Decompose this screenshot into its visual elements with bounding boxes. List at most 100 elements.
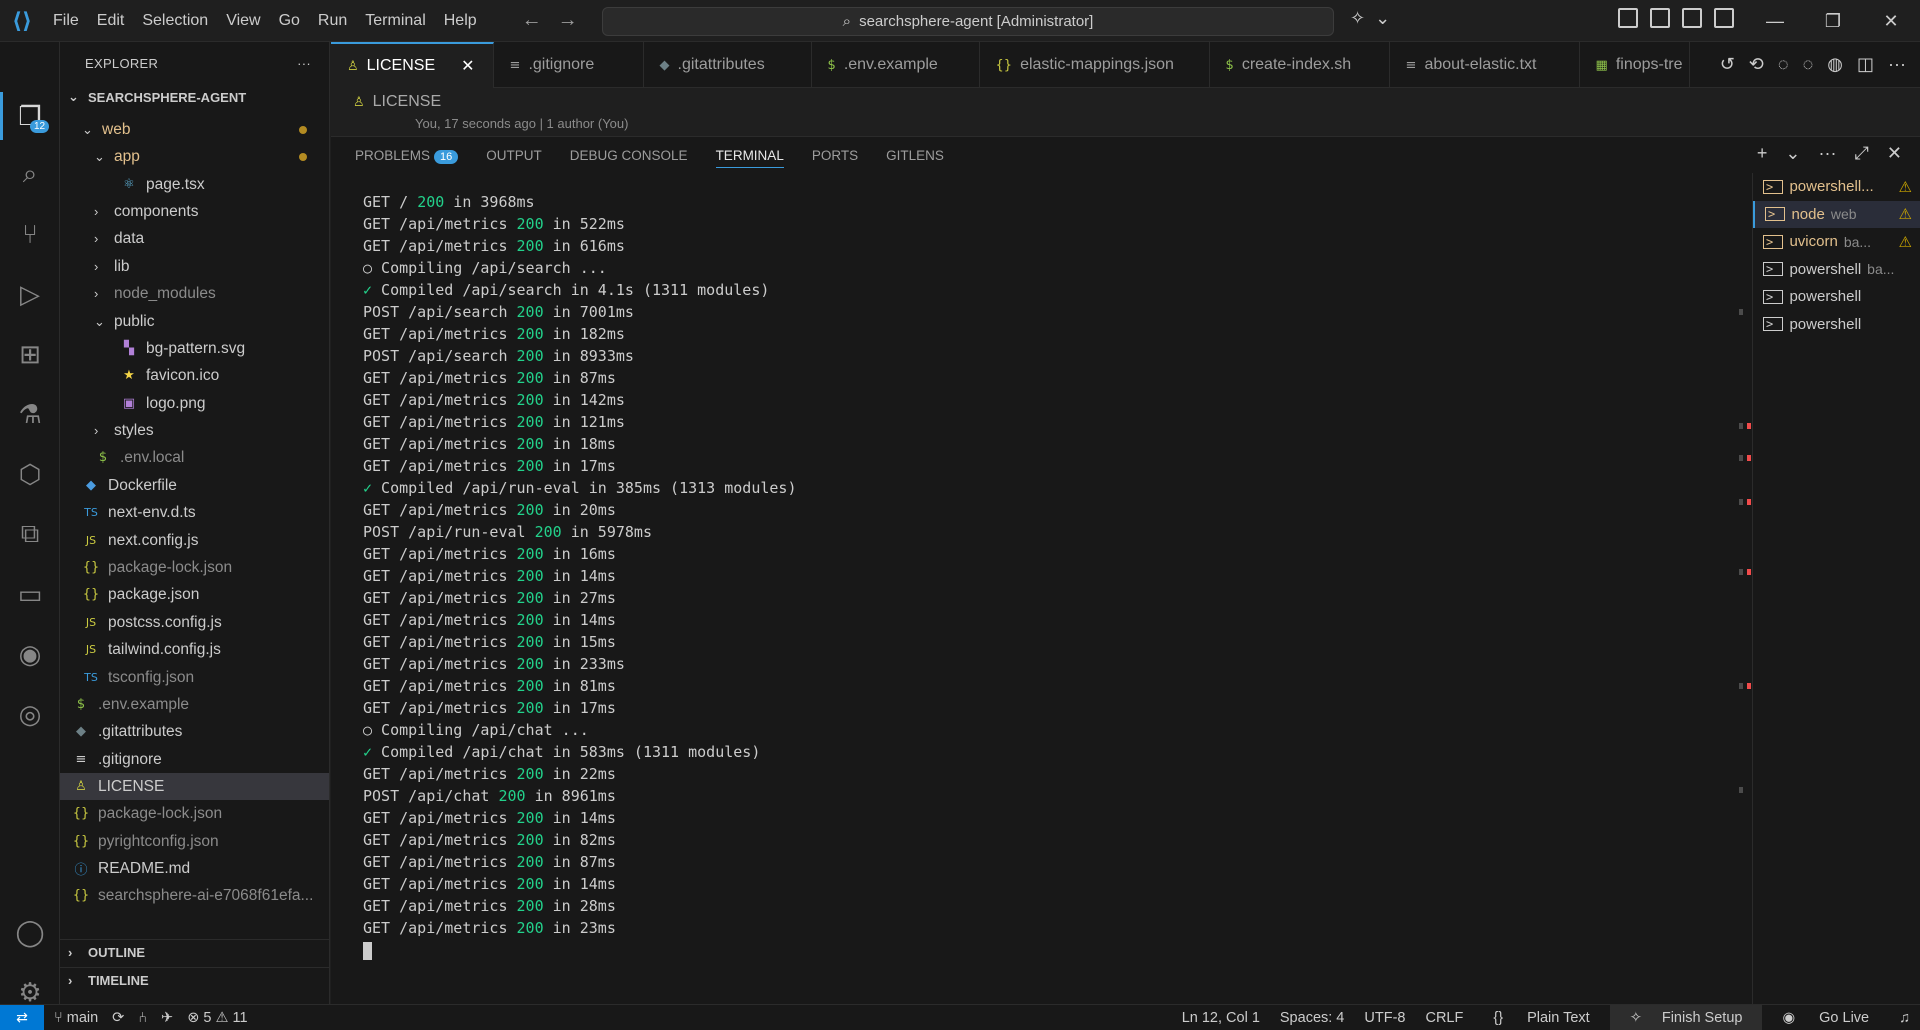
finish-setup-button[interactable]: ✧ Finish Setup [1609, 1004, 1763, 1030]
forward-arrow-icon[interactable]: → [558, 9, 578, 32]
tab-finops[interactable]: ▦ finops-tre [1580, 42, 1690, 88]
tree-item-next-config[interactable]: JS next.config.js [60, 527, 329, 554]
tree-item-app[interactable]: ⌄ app [60, 143, 329, 170]
tab-gitattributes[interactable]: ◆ .gitattributes [644, 42, 812, 88]
more-actions-icon[interactable]: ··· [1888, 54, 1906, 75]
tree-item-node-modules[interactable]: › node_modules [60, 280, 329, 307]
close-panel-icon[interactable]: ✕ [1887, 143, 1902, 164]
restore-icon[interactable]: ❐ [1804, 0, 1862, 42]
new-terminal-icon[interactable]: + [1757, 143, 1768, 164]
tree-item-bg-pattern[interactable]: ▚ bg-pattern.svg [60, 335, 329, 362]
tab-about-elastic[interactable]: ≡ about-elastic.txt [1390, 42, 1580, 88]
terminal-scrollbar[interactable] [1736, 173, 1751, 1005]
tab-problems[interactable]: PROBLEMS 16 [355, 148, 459, 164]
timeline-history-icon[interactable]: ↺ [1720, 54, 1735, 75]
customize-layout-icon[interactable] [1618, 8, 1638, 28]
containers-icon[interactable]: ⬡ [10, 454, 50, 494]
tree-item-data[interactable]: › data [60, 225, 329, 252]
close-window-icon[interactable]: ✕ [1862, 0, 1920, 42]
menu-run[interactable]: Run [309, 12, 356, 30]
tree-item-next-env[interactable]: TS next-env.d.ts [60, 499, 329, 526]
tab-gitlens[interactable]: GITLENS [886, 148, 944, 163]
compare-icon[interactable]: ⟲ [1749, 54, 1764, 75]
tree-item-tailwind-config[interactable]: JS tailwind.config.js [60, 636, 329, 663]
tree-item-readme[interactable]: ⓘ README.md [60, 855, 329, 882]
menu-view[interactable]: View [217, 12, 269, 30]
tree-item-lib[interactable]: › lib [60, 253, 329, 280]
minimize-icon[interactable]: — [1746, 0, 1804, 42]
outline-section[interactable]: › OUTLINE [60, 939, 329, 965]
close-tab-icon[interactable]: ✕ [461, 56, 474, 76]
toggle-primary-sidebar-icon[interactable] [1650, 8, 1670, 28]
search-view-icon[interactable]: ⌕ [10, 154, 50, 194]
maximize-panel-icon[interactable]: ⤢ [1855, 143, 1869, 164]
source-control-icon[interactable]: ⑂ [10, 214, 50, 254]
menu-selection[interactable]: Selection [133, 12, 217, 30]
tree-item-searchsphere-json[interactable]: {} searchsphere-ai-e7068f61efa... [60, 882, 329, 909]
more-actions-icon[interactable]: ··· [1819, 143, 1837, 164]
notifications-bell-icon[interactable]: ♫ [1889, 1010, 1920, 1026]
history-icon[interactable]: ◎ [10, 694, 50, 734]
menu-go[interactable]: Go [270, 12, 309, 30]
tree-item-gitignore[interactable]: ≡ .gitignore [60, 746, 329, 773]
problems-indicator[interactable]: ⊗ 5 ⚠ 11 [187, 1010, 247, 1026]
cursor-position[interactable]: Ln 12, Col 1 [1172, 1010, 1270, 1026]
tree-item-env-local[interactable]: $ .env.local [60, 444, 329, 471]
tab-ports[interactable]: PORTS [812, 148, 858, 163]
menu-edit[interactable]: Edit [88, 12, 134, 30]
tab-gitignore[interactable]: ≡ .gitignore [494, 42, 644, 88]
terminal-prompt[interactable] [363, 939, 796, 961]
tab-output[interactable]: OUTPUT [486, 148, 542, 163]
tree-item-package-lock[interactable]: {} package-lock.json [60, 554, 329, 581]
tree-item-gitattributes[interactable]: ◆ .gitattributes [60, 718, 329, 745]
more-actions-icon[interactable]: ··· [297, 56, 311, 71]
tree-item-pyrightconfig[interactable]: {} pyrightconfig.json [60, 828, 329, 855]
account-icon[interactable]: ◯ [10, 912, 50, 952]
tree-item-tsconfig[interactable]: TS tsconfig.json [60, 664, 329, 691]
terminal-item-node[interactable]: >_ node web ⚠ [1753, 200, 1920, 228]
remote-indicator-icon[interactable]: ⇄ [0, 1004, 44, 1030]
split-editor-icon[interactable]: ◫ [1857, 54, 1874, 75]
menu-terminal[interactable]: Terminal [356, 12, 434, 30]
chevron-down-icon[interactable]: ⌄ [1375, 8, 1390, 29]
tree-item-page-tsx[interactable]: ⚛ page.tsx [60, 171, 329, 198]
sync-icon[interactable]: ⟳ [112, 1010, 124, 1026]
breadcrumb-file[interactable]: LICENSE [373, 93, 441, 111]
remote-explorer-icon[interactable]: ⧉ [10, 514, 50, 554]
terminal-output[interactable]: GET / 200 in 3968ms GET /api/metrics 200 … [363, 191, 796, 961]
timeline-section[interactable]: › TIMELINE [60, 967, 329, 993]
encoding[interactable]: UTF-8 [1354, 1010, 1415, 1026]
tab-create-index[interactable]: $ create-index.sh [1210, 42, 1390, 88]
tree-item-dockerfile[interactable]: ◆ Dockerfile [60, 472, 329, 499]
end-of-line[interactable]: CRLF [1415, 1010, 1473, 1026]
tree-item-package-json[interactable]: {} package.json [60, 581, 329, 608]
git-graph-icon[interactable]: ⑃ [138, 1010, 147, 1026]
gitlens-icon[interactable]: ◉ [10, 634, 50, 674]
terminal-item-powershell-2[interactable]: >_ powershell ba... [1753, 256, 1920, 284]
branch-indicator[interactable]: ⑂ main [54, 1010, 98, 1026]
back-arrow-icon[interactable]: ← [522, 9, 542, 32]
menu-file[interactable]: File [44, 12, 88, 30]
tree-item-public[interactable]: ⌄ public [60, 308, 329, 335]
tree-item-package-lock-root[interactable]: {} package-lock.json [60, 800, 329, 827]
tree-item-styles[interactable]: › styles [60, 417, 329, 444]
terminal-item-powershell-1[interactable]: >_ powershell... ⚠ [1753, 173, 1920, 201]
tree-item-components[interactable]: › components [60, 198, 329, 225]
run-debug-icon[interactable]: ▷ [10, 274, 50, 314]
tree-item-favicon[interactable]: ★ favicon.ico [60, 362, 329, 389]
tree-item-env-example[interactable]: $ .env.example [60, 691, 329, 718]
testing-icon[interactable]: ⚗ [10, 394, 50, 434]
tab-license[interactable]: ♙ LICENSE ✕ [331, 42, 494, 88]
command-center[interactable]: ⌕ searchsphere-agent [Administrator] [602, 7, 1334, 36]
rocket-icon[interactable]: ✈ [161, 1010, 173, 1026]
chevron-down-icon[interactable]: ⌄ [1785, 143, 1800, 164]
tree-item-logo[interactable]: ▣ logo.png [60, 390, 329, 417]
copilot-icon[interactable]: ✧ [1350, 8, 1365, 29]
toggle-panel-icon[interactable] [1682, 8, 1702, 28]
folder-icon[interactable]: ▭ [10, 574, 50, 614]
terminal-item-uvicorn[interactable]: >_ uvicorn ba... ⚠ [1753, 228, 1920, 256]
terminal-item-powershell-3[interactable]: >_ powershell [1753, 283, 1920, 311]
tab-debug-console[interactable]: DEBUG CONSOLE [570, 148, 688, 163]
tab-terminal[interactable]: TERMINAL [715, 148, 784, 168]
indentation[interactable]: Spaces: 4 [1270, 1010, 1355, 1026]
